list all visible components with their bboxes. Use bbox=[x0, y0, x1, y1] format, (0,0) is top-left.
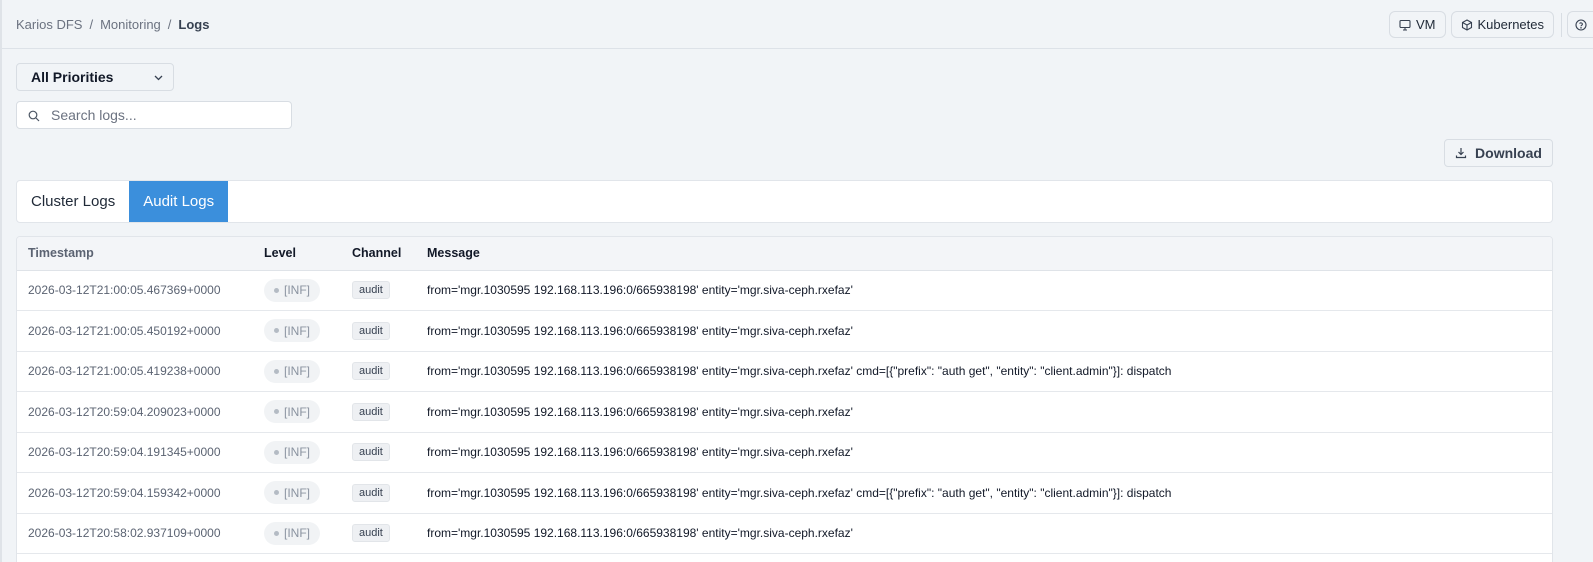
level-cell: [INF] bbox=[264, 513, 352, 554]
help-button[interactable] bbox=[1567, 11, 1593, 38]
table-row[interactable]: 2026-03-12T20:59:04.159342+0000 [INF] au… bbox=[17, 472, 1552, 514]
level-text: [INF] bbox=[284, 485, 310, 500]
message-cell: from='mgr.1030595 192.168.113.196:0/6659… bbox=[427, 391, 1552, 433]
timestamp-cell: 2026-03-12T20:59:04.159342+0000 bbox=[17, 472, 264, 514]
channel-badge: audit bbox=[352, 443, 390, 462]
top-bar: Karios DFS / Monitoring / Logs VM Kubern… bbox=[2, 0, 1593, 49]
level-badge: [INF] bbox=[264, 521, 320, 545]
search-box bbox=[16, 101, 292, 129]
column-header-channel[interactable]: Channel bbox=[352, 237, 427, 271]
timestamp-cell: 2026-03-12T21:00:05.450192+0000 bbox=[17, 310, 264, 352]
level-dot-icon bbox=[274, 328, 279, 334]
table-row[interactable]: 2026-03-12T20:59:04.209023+0000 [INF] au… bbox=[17, 391, 1552, 433]
breadcrumb-current: Logs bbox=[178, 16, 210, 32]
message-cell: from='mgr.1030595 192.168.113.196:0/6659… bbox=[427, 513, 1552, 554]
level-badge: [INF] bbox=[264, 440, 320, 464]
level-text: [INF] bbox=[284, 404, 310, 419]
level-cell: [INF] bbox=[264, 472, 352, 514]
timestamp-cell: 2026-03-12T21:00:05.467369+0000 bbox=[17, 270, 264, 311]
channel-badge: audit bbox=[352, 483, 390, 502]
table-row[interactable]: 2026-03-12T21:00:05.467369+0000 [INF] au… bbox=[17, 270, 1552, 311]
level-text: [INF] bbox=[284, 445, 310, 460]
breadcrumb-root[interactable]: Karios DFS bbox=[16, 17, 82, 32]
breadcrumb: Karios DFS / Monitoring / Logs bbox=[16, 17, 209, 32]
channel-cell: audit bbox=[352, 351, 427, 392]
channel-badge: audit bbox=[352, 321, 390, 340]
search-input[interactable] bbox=[17, 102, 291, 128]
tab-audit-logs[interactable]: Audit Logs bbox=[129, 181, 229, 222]
timestamp-cell: 2026-03-12T20:59:04.191345+0000 bbox=[17, 432, 264, 473]
cube-icon bbox=[1461, 18, 1472, 31]
chevron-down-icon bbox=[154, 75, 163, 81]
breadcrumb-monitoring[interactable]: Monitoring bbox=[100, 17, 161, 32]
level-text: [INF] bbox=[284, 323, 310, 338]
message-cell: from='mgr.1030595 192.168.113.196:0/6659… bbox=[427, 472, 1552, 514]
level-cell: [INF] bbox=[264, 432, 352, 473]
level-badge: [INF] bbox=[264, 359, 320, 383]
level-badge: [INF] bbox=[264, 278, 320, 302]
timestamp-cell: 2026-03-12T20:58:02.937109+0000 bbox=[17, 513, 264, 554]
level-cell: [INF] bbox=[264, 270, 352, 311]
channel-cell: audit bbox=[352, 432, 427, 473]
help-circle-icon bbox=[1574, 18, 1587, 31]
level-dot-icon bbox=[274, 530, 279, 536]
level-cell: [INF] bbox=[264, 310, 352, 352]
channel-badge: audit bbox=[352, 281, 390, 300]
priority-select[interactable]: All Priorities bbox=[16, 63, 174, 91]
message-cell: from='mgr.1030595 192.168.113.196:0/6659… bbox=[427, 270, 1552, 311]
level-badge: [INF] bbox=[264, 319, 320, 343]
channel-cell: audit bbox=[352, 391, 427, 433]
level-dot-icon bbox=[274, 287, 279, 293]
table-row[interactable]: 2026-03-12T21:00:05.450192+0000 [INF] au… bbox=[17, 310, 1552, 352]
message-cell: from='mgr.1030595 192.168.113.196:0/6659… bbox=[427, 351, 1552, 392]
divider bbox=[1561, 12, 1562, 37]
timestamp-cell: 2026-03-12T20:59:04.209023+0000 bbox=[17, 391, 264, 433]
level-dot-icon bbox=[274, 409, 279, 415]
download-button[interactable]: Download bbox=[1444, 139, 1553, 167]
table-row[interactable]: 2026-03-12T20:58:02.937109+0000 [INF] au… bbox=[17, 513, 1552, 554]
level-dot-icon bbox=[274, 368, 279, 374]
download-button-label: Download bbox=[1475, 145, 1542, 161]
download-icon bbox=[1455, 148, 1467, 159]
breadcrumb-separator: / bbox=[167, 16, 172, 32]
tab-cluster-logs[interactable]: Cluster Logs bbox=[17, 181, 129, 222]
logs-table: Timestamp Level Channel Message 2026-03-… bbox=[16, 236, 1553, 562]
channel-badge: audit bbox=[352, 402, 390, 421]
level-badge: [INF] bbox=[264, 400, 320, 424]
timestamp-cell: 2026-03-12T21:00:05.419238+0000 bbox=[17, 351, 264, 392]
level-text: [INF] bbox=[284, 283, 310, 298]
search-icon bbox=[28, 110, 40, 122]
channel-badge: audit bbox=[352, 524, 390, 543]
vm-button-label: VM bbox=[1416, 17, 1436, 32]
column-header-message[interactable]: Message bbox=[427, 237, 1552, 271]
channel-cell: audit bbox=[352, 472, 427, 514]
level-dot-icon bbox=[274, 449, 279, 455]
column-header-timestamp[interactable]: Timestamp bbox=[17, 237, 264, 271]
kubernetes-button[interactable]: Kubernetes bbox=[1450, 11, 1554, 38]
vm-button[interactable]: VM bbox=[1389, 11, 1446, 38]
channel-cell: audit bbox=[352, 270, 427, 311]
message-cell: from='mgr.1030595 192.168.113.196:0/6659… bbox=[427, 310, 1552, 352]
channel-badge: audit bbox=[352, 362, 390, 381]
kubernetes-button-label: Kubernetes bbox=[1477, 17, 1545, 32]
top-actions: VM Kubernetes bbox=[1384, 11, 1593, 38]
level-dot-icon bbox=[274, 490, 279, 496]
table-row[interactable]: 2026-03-12T21:00:05.419238+0000 [INF] au… bbox=[17, 351, 1552, 392]
table-row[interactable]: 2026-03-12T20:59:04.191345+0000 [INF] au… bbox=[17, 432, 1552, 473]
breadcrumb-separator: / bbox=[89, 16, 94, 32]
level-cell: [INF] bbox=[264, 391, 352, 433]
channel-cell: audit bbox=[352, 513, 427, 554]
monitor-icon bbox=[1399, 19, 1411, 31]
message-cell: from='mgr.1030595 192.168.113.196:0/6659… bbox=[427, 432, 1552, 473]
channel-cell: audit bbox=[352, 310, 427, 352]
level-cell: [INF] bbox=[264, 351, 352, 392]
level-badge: [INF] bbox=[264, 481, 320, 505]
column-header-level[interactable]: Level bbox=[264, 237, 352, 271]
log-tabs: Cluster Logs Audit Logs bbox=[16, 180, 1553, 223]
table-header-row: Timestamp Level Channel Message bbox=[17, 237, 1552, 271]
priority-select-value: All Priorities bbox=[31, 69, 114, 85]
level-text: [INF] bbox=[284, 364, 310, 379]
level-text: [INF] bbox=[284, 526, 310, 541]
